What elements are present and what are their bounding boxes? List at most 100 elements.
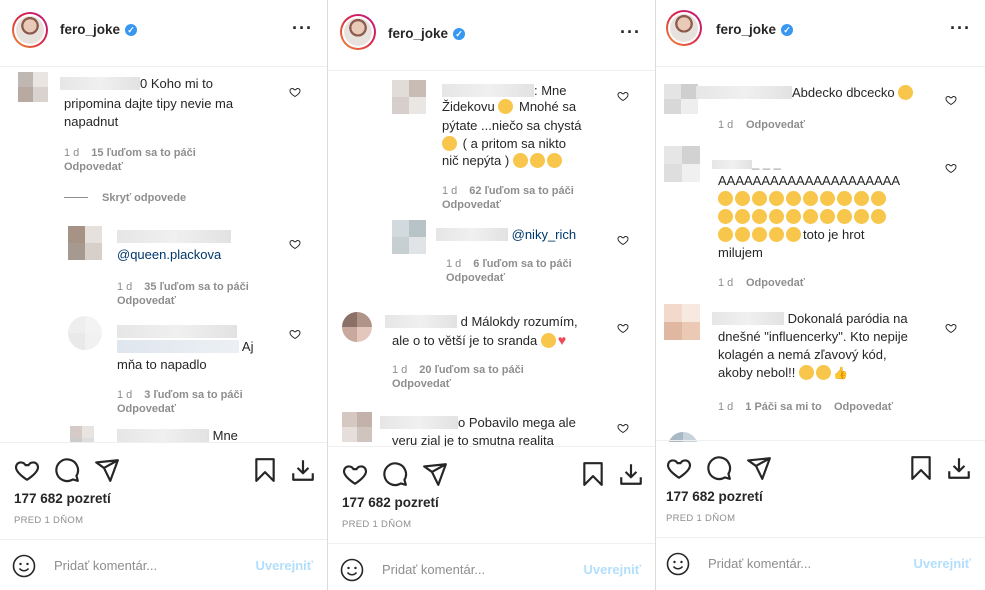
comment-text: _ _ _ [712, 154, 781, 172]
download-icon[interactable] [290, 457, 316, 483]
post-header: fero_joke ✓ ··· [656, 0, 985, 67]
like-comment-heart-icon[interactable] [617, 90, 629, 102]
like-comment-heart-icon[interactable] [617, 234, 629, 246]
like-comment-heart-icon[interactable] [289, 86, 301, 98]
post-time: PRED 1 DŇOM [14, 515, 84, 526]
likes-count[interactable]: 6 ľuďom sa to páči [473, 258, 571, 270]
avatar[interactable] [340, 14, 376, 50]
reply-link[interactable]: Odpovedať [746, 276, 805, 290]
commenter-avatar[interactable] [664, 146, 700, 182]
views-count[interactable]: 177 682 pozretí [14, 491, 111, 506]
commenter-avatar[interactable] [664, 84, 698, 114]
commenter-avatar[interactable] [68, 226, 102, 260]
reply-link[interactable]: Odpovedať [392, 377, 451, 391]
avatar[interactable] [666, 10, 702, 46]
action-bar: 177 682 pozretí PRED 1 DŇOM Pridať komen… [656, 440, 985, 590]
username[interactable]: fero_joke ✓ [388, 26, 466, 41]
reply-link[interactable]: Odpovedať [117, 402, 176, 416]
like-comment-heart-icon[interactable] [945, 162, 957, 174]
views-count[interactable]: 177 682 pozretí [666, 489, 763, 504]
comment-text: akoby nebol!! 👍 [718, 365, 848, 380]
post-panel-2: fero_joke ✓ ··· : Mne Židekovu Mnohé sa p… [328, 0, 656, 590]
comment-text: ( a pritom sa nikto [442, 135, 566, 153]
username[interactable]: fero_joke ✓ [60, 22, 138, 37]
more-icon[interactable]: ··· [950, 18, 971, 39]
comment-meta: 1 d 62 ľuďom sa to páči [442, 185, 574, 197]
comment-input[interactable]: Pridať komentár... [708, 556, 811, 571]
commenter-avatar[interactable] [342, 312, 372, 342]
comment-icon[interactable] [54, 457, 80, 483]
commenter-avatar[interactable] [68, 316, 102, 350]
post-header: fero_joke ✓ ··· [0, 0, 327, 67]
likes-count[interactable]: 62 ľuďom sa to páči [469, 185, 573, 197]
download-icon[interactable] [618, 461, 644, 487]
heart-icon[interactable] [666, 455, 692, 481]
comment-text: nič nepýta ) [442, 152, 564, 170]
mention-link[interactable]: @queen.plackova [117, 247, 221, 262]
reply-link[interactable]: Odpovedať [746, 118, 805, 132]
bookmark-icon[interactable] [580, 461, 606, 487]
reply-link[interactable]: Odpovedať [117, 294, 176, 308]
comment-username[interactable] [117, 228, 231, 246]
comment-input[interactable]: Pridať komentár... [54, 558, 157, 573]
post-button[interactable]: Uverejniť [583, 562, 641, 577]
comment-text: mňa to napadlo [117, 357, 207, 372]
comment-text: o Pobavilo mega ale [380, 414, 576, 432]
commenter-avatar[interactable] [18, 72, 48, 102]
like-comment-heart-icon[interactable] [945, 322, 957, 334]
mention-link[interactable]: @niky_rich [512, 227, 577, 242]
commenter-avatar[interactable] [664, 304, 700, 340]
like-comment-heart-icon[interactable] [617, 422, 629, 434]
like-comment-heart-icon[interactable] [945, 94, 957, 106]
likes-count[interactable]: 1 Páči sa mi to [745, 401, 821, 413]
comments-list: : Mne Židekovu Mnohé sa pýtate ...niečo … [328, 70, 655, 446]
comment-icon[interactable] [382, 461, 408, 487]
post-button[interactable]: Uverejniť [255, 558, 313, 573]
more-icon[interactable]: ··· [620, 22, 641, 43]
comment-meta: 1 d6 ľuďom sa to páči [446, 258, 572, 270]
smile-icon[interactable] [340, 558, 364, 582]
post-button[interactable]: Uverejniť [913, 556, 971, 571]
like-comment-heart-icon[interactable] [289, 328, 301, 340]
download-icon[interactable] [946, 455, 972, 481]
smile-icon[interactable] [12, 554, 36, 578]
share-icon[interactable] [94, 457, 120, 483]
avatar[interactable] [12, 12, 48, 48]
comment-text: napadnut [64, 114, 119, 129]
more-icon[interactable]: ··· [292, 18, 313, 39]
reply-link[interactable]: Odpovedať [446, 271, 505, 285]
like-comment-heart-icon[interactable] [617, 322, 629, 334]
username[interactable]: fero_joke ✓ [716, 22, 794, 37]
comment-input[interactable]: Pridať komentár... [382, 562, 485, 577]
add-comment-bar: Pridať komentár... Uverejniť [328, 543, 655, 590]
comment-icon[interactable] [706, 455, 732, 481]
reply-link[interactable]: Odpovedať [834, 400, 893, 414]
comment-text: d Málokdy rozumím, [385, 313, 578, 331]
comment-text: @niky_rich [436, 226, 576, 244]
action-bar: 177 682 pozretí PRED 1 DŇOM Pridať komen… [328, 446, 655, 590]
reply-link[interactable]: Odpovedať [64, 160, 123, 174]
share-icon[interactable] [746, 455, 772, 481]
commenter-avatar[interactable] [342, 412, 372, 442]
verified-icon: ✓ [125, 24, 138, 36]
reply-link[interactable]: Odpovedať [442, 198, 501, 212]
likes-count[interactable]: 20 ľuďom sa to páči [419, 364, 523, 376]
commenter-avatar[interactable] [392, 80, 426, 114]
views-count[interactable]: 177 682 pozretí [342, 495, 439, 510]
comment-text: Aj [117, 338, 253, 356]
share-icon[interactable] [422, 461, 448, 487]
smile-icon[interactable] [666, 552, 690, 576]
likes-count[interactable]: 35 ľuďom sa to páči [144, 281, 248, 293]
bookmark-icon[interactable] [908, 455, 934, 481]
bookmark-icon[interactable] [252, 457, 278, 483]
commenter-avatar[interactable] [392, 220, 426, 254]
heart-icon[interactable] [14, 457, 40, 483]
commenter-avatar[interactable] [70, 426, 94, 442]
likes-count[interactable]: 3 ľuďom sa to páči [144, 389, 242, 401]
heart-icon[interactable] [342, 461, 368, 487]
likes-count[interactable]: 15 ľuďom sa to páči [91, 147, 195, 159]
like-comment-heart-icon[interactable] [289, 238, 301, 250]
hide-replies-button[interactable]: Skryť odpovede [64, 192, 186, 204]
comment-text: milujem [718, 245, 763, 260]
post-time: PRED 1 DŇOM [666, 513, 736, 524]
